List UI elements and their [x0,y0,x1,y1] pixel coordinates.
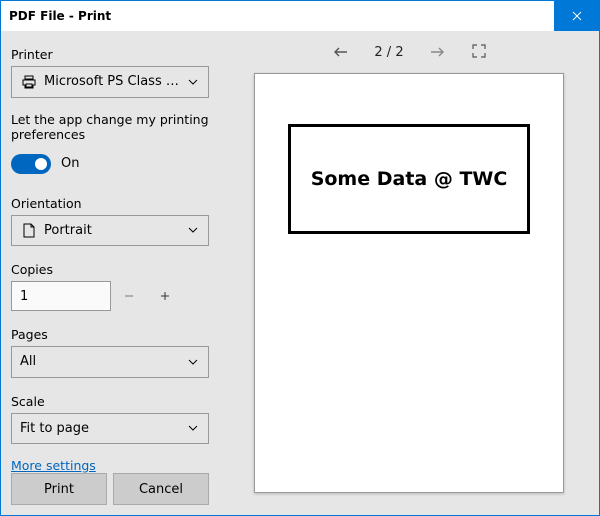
close-button[interactable] [554,1,599,31]
scale-select[interactable]: Fit to page [11,413,209,445]
preview-content-text: Some Data @ TWC [311,168,508,190]
copies-increment-button[interactable] [147,281,183,311]
expand-icon [472,44,486,58]
copies-input[interactable] [11,281,111,311]
plus-icon [159,290,171,302]
orientation-select-text: Portrait [44,223,186,238]
preferences-toggle[interactable] [11,154,51,174]
printer-label: Printer [11,47,209,62]
arrow-left-icon [334,46,348,58]
print-options-panel: Printer Microsoft PS Class Driver Let th… [1,31,219,515]
pages-select-text: All [20,354,186,369]
printer-icon [20,74,38,90]
chevron-down-icon [186,227,200,233]
arrow-right-icon [430,46,444,58]
copies-label: Copies [11,262,209,277]
minus-icon [123,290,135,302]
prev-page-button[interactable] [330,41,352,64]
chevron-down-icon [186,359,200,365]
preferences-label: Let the app change my printing preferenc… [11,112,209,142]
preferences-state: On [61,156,79,171]
chevron-down-icon [186,79,200,85]
pages-label: Pages [11,327,209,342]
orientation-label: Orientation [11,196,209,211]
cancel-button[interactable]: Cancel [113,473,209,505]
scale-select-text: Fit to page [20,421,186,436]
page-portrait-icon [20,223,38,238]
copies-decrement-button[interactable] [111,281,147,311]
scale-label: Scale [11,394,209,409]
toggle-knob [35,158,47,170]
page-indicator: 2 / 2 [374,45,403,60]
titlebar: PDF File - Print [1,1,599,31]
fullscreen-button[interactable] [470,41,488,64]
pages-select[interactable]: All [11,346,209,378]
printer-select-text: Microsoft PS Class Driver [44,74,186,89]
print-button[interactable]: Print [11,473,107,505]
orientation-select[interactable]: Portrait [11,215,209,247]
window-title: PDF File - Print [1,9,554,23]
preview-nav: 2 / 2 [219,31,599,73]
preview-pane: 2 / 2 Some Data @ TWC [219,31,599,515]
more-settings-link[interactable]: More settings [11,458,209,473]
printer-select[interactable]: Microsoft PS Class Driver [11,66,209,98]
next-page-button[interactable] [426,41,448,64]
close-icon [572,11,582,21]
chevron-down-icon [186,425,200,431]
content-box: Some Data @ TWC [288,124,530,234]
page-preview: Some Data @ TWC [254,73,564,493]
